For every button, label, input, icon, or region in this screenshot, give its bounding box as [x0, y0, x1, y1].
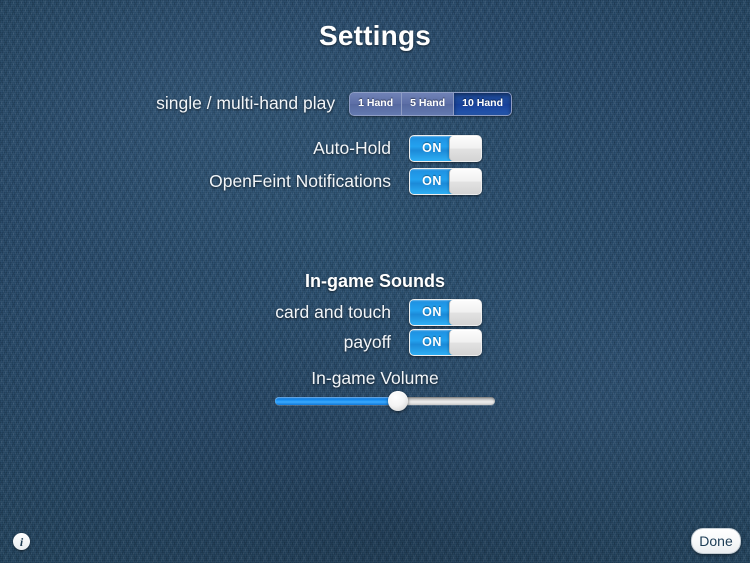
openfeint-notifications-toggle[interactable]: ON — [409, 168, 482, 195]
volume-label: In-game Volume — [311, 368, 439, 388]
setting-row-hand-play: single / multi-hand play 1 Hand 5 Hand 1… — [0, 92, 512, 116]
settings-screen: Settings single / multi-hand play 1 Hand… — [0, 0, 750, 563]
openfeint-notifications-toggle-state: ON — [422, 174, 442, 188]
auto-hold-label: Auto-Hold — [313, 138, 391, 158]
card-and-touch-toggle-state: ON — [422, 305, 442, 319]
toggle-knob[interactable] — [449, 136, 481, 161]
hand-play-segmented-control[interactable]: 1 Hand 5 Hand 10 Hand — [349, 92, 512, 116]
segment-5-hand[interactable]: 5 Hand — [402, 93, 455, 115]
card-and-touch-toggle[interactable]: ON — [409, 299, 482, 326]
volume-slider[interactable] — [275, 391, 495, 411]
info-icon[interactable]: i — [13, 533, 30, 550]
toggle-knob[interactable] — [449, 330, 481, 355]
setting-row-auto-hold: Auto-Hold ON — [0, 135, 482, 162]
payoff-label: payoff — [343, 332, 391, 352]
volume-slider-knob[interactable] — [388, 391, 409, 411]
info-icon-glyph: i — [19, 534, 24, 549]
openfeint-notifications-label: OpenFeint Notifications — [209, 171, 391, 191]
auto-hold-toggle[interactable]: ON — [409, 135, 482, 162]
setting-row-payoff: payoff ON — [0, 329, 482, 356]
auto-hold-toggle-state: ON — [422, 141, 442, 155]
hand-play-label: single / multi-hand play — [156, 93, 336, 114]
payoff-toggle[interactable]: ON — [409, 329, 482, 356]
page-title: Settings — [318, 20, 432, 51]
in-game-sounds-header: In-game Sounds — [304, 271, 445, 291]
card-and-touch-label: card and touch — [275, 302, 391, 322]
setting-row-openfeint-notifications: OpenFeint Notifications ON — [0, 168, 482, 195]
toggle-knob[interactable] — [449, 300, 481, 325]
volume-slider-fill — [275, 397, 399, 405]
toggle-knob[interactable] — [449, 169, 481, 194]
payoff-toggle-state: ON — [422, 335, 442, 349]
segment-10-hand[interactable]: 10 Hand — [454, 93, 511, 115]
segment-1-hand[interactable]: 1 Hand — [350, 93, 403, 115]
done-button[interactable]: Done — [691, 528, 741, 554]
setting-row-card-and-touch: card and touch ON — [0, 299, 482, 326]
done-button-label: Done — [699, 533, 733, 549]
